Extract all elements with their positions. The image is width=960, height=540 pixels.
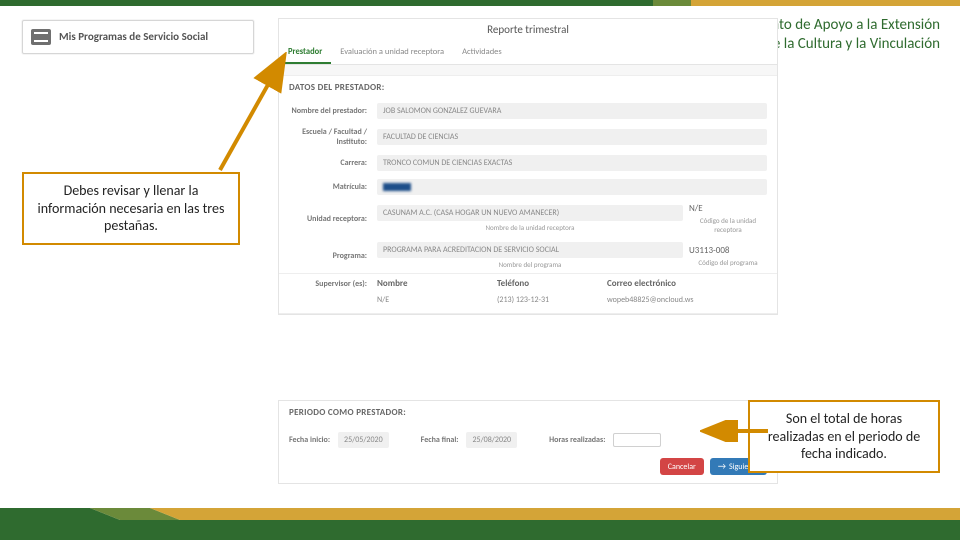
row-carrera: Carrera: TRONCO COMUN DE CIENCIAS EXACTA… [279,151,777,175]
field-unidad: CASUNAM A.C. (CASA HOGAR UN NUEVO AMANEC… [377,205,683,221]
label-fecha-inicio: Fecha inicio: [289,435,330,445]
field-unidad-code: N/E [689,203,767,214]
matricula-redacted [383,183,411,191]
row-programa: Programa: PROGRAMA PARA ACREDITACION DE … [279,238,777,273]
supervisor-row: N/E (213) 123-12-31 wopeb48825@oncloud.w… [279,293,777,314]
sublabel-programa: Nombre del programa [377,260,683,269]
sidebar-item-label: Mis Programas de Servicio Social [59,31,208,43]
supervisor-nombre: N/E [377,295,497,305]
label-carrera: Carrera: [289,158,377,168]
label-matricula: Matrícula: [289,182,377,192]
row-matricula: Matrícula: [279,175,777,199]
cancel-button[interactable]: Cancelar [660,458,704,475]
callout-right: Son el total de horas realizadas en el p… [748,400,940,473]
field-nombre: JOB SALOMON GONZALEZ GUEVARA [377,103,767,119]
row-supervisor-label: Supervisor (es): Nombre Teléfono Correo … [279,273,777,293]
arrow-to-horas-icon [700,420,770,442]
button-row: Cancelar Siguiente [279,458,777,483]
callout-left: Debes revisar y llenar la información ne… [22,172,240,245]
label-supervisor: Supervisor (es): [289,279,377,289]
callout-left-text: Debes revisar y llenar la información ne… [38,182,225,234]
top-stripe [0,0,960,10]
cancel-label: Cancelar [668,462,696,472]
label-programa: Programa: [289,251,377,261]
label-horas: Horas realizadas: [549,435,605,445]
field-escuela: FACULTAD DE CIENCIAS [377,129,767,145]
label-escuela: Escuela / Facultad / Instituto: [289,127,377,147]
arrow-to-tabs-icon [205,52,295,172]
supervisor-h-mail: Correo electrónico [607,278,767,289]
card-title: Reporte trimestral [279,19,777,42]
label-unidad: Unidad receptora: [289,214,377,224]
section-datos-prestador: DATOS DEL PRESTADOR: [279,75,777,99]
supervisor-h-tel: Teléfono [497,278,607,289]
field-programa: PROGRAMA PARA ACREDITACION DE SERVICIO S… [377,242,683,258]
list-icon [31,29,51,45]
field-horas-realizadas[interactable] [613,433,661,447]
sublabel-programa-code: Código del programa [689,258,767,267]
row-nombre: Nombre del prestador: JOB SALOMON GONZAL… [279,99,777,123]
field-fecha-final: 25/08/2020 [466,432,517,448]
field-fecha-inicio: 25/05/2020 [338,432,389,448]
callout-right-text: Son el total de horas realizadas en el p… [768,410,920,462]
bottom-stripe [0,508,960,540]
row-escuela: Escuela / Facultad / Instituto: FACULTAD… [279,123,777,151]
sidebar-item-programas[interactable]: Mis Programas de Servicio Social [22,20,254,54]
label-nombre: Nombre del prestador: [289,106,377,116]
period-card: PERIODO COMO PRESTADOR: Fecha inicio: 25… [278,400,778,484]
row-unidad: Unidad receptora: CASUNAM A.C. (CASA HOG… [279,199,777,238]
tab-actividades[interactable]: Actividades [453,42,511,64]
sublabel-unidad-code: Código de la unidad receptora [689,216,767,234]
sublabel-unidad: Nombre de la unidad receptora [377,223,683,232]
field-carrera: TRONCO COMUN DE CIENCIAS EXACTAS [377,155,767,171]
report-card: Reporte trimestral Prestador Evaluación … [278,18,778,315]
supervisor-h-nombre: Nombre [377,278,497,289]
tabs: Prestador Evaluación a unidad receptora … [279,42,777,65]
supervisor-mail: wopeb48825@oncloud.ws [607,295,767,305]
field-programa-code: U3113-008 [689,245,767,256]
tab-evaluacion[interactable]: Evaluación a unidad receptora [331,42,453,64]
field-matricula [377,179,767,195]
supervisor-tel: (213) 123-12-31 [497,295,607,305]
label-fecha-final: Fecha final: [421,435,459,445]
